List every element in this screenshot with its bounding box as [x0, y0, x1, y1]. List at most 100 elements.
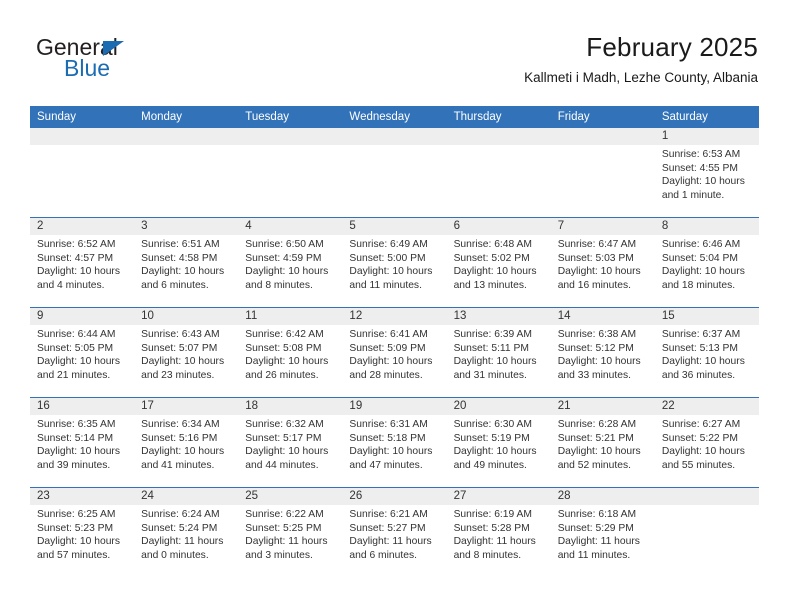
calendar-day-cell[interactable]: 19 Sunrise: 6:31 AM Sunset: 5:18 PM Dayligh… — [342, 397, 447, 488]
sunset-text: Sunset: 5:19 PM — [453, 432, 530, 444]
day-cell-content — [654, 488, 759, 577]
calendar-day-cell[interactable]: 5 Sunrise: 6:49 AM Sunset: 5:00 PM Daylight… — [342, 217, 447, 308]
sunrise-text: Sunrise: 6:18 AM — [557, 509, 637, 520]
day-details: Sunrise: 6:44 AM Sunset: 5:05 PM Daylight:… — [30, 325, 134, 382]
daylight-text: Daylight: 10 hours and 31 minutes. — [453, 356, 537, 381]
weekday-header-monday: Monday — [134, 106, 239, 128]
day-number: 17 — [134, 398, 239, 415]
day-details: Sunrise: 6:35 AM Sunset: 5:14 PM Daylight:… — [30, 415, 134, 472]
sunrise-text: Sunrise: 6:46 AM — [661, 239, 741, 250]
calendar-empty-cell — [654, 487, 759, 577]
title-block: February 2025 Kallmeti i Madh, Lezhe Cou… — [524, 32, 758, 86]
day-details: Sunrise: 6:19 AM Sunset: 5:28 PM Daylight:… — [447, 505, 551, 562]
daylight-text: Daylight: 11 hours and 11 minutes. — [557, 536, 640, 561]
day-cell-content: 5 Sunrise: 6:49 AM Sunset: 5:00 PM Daylight… — [342, 218, 447, 307]
calendar-day-cell[interactable]: 10 Sunrise: 6:43 AM Sunset: 5:07 PM Dayligh… — [134, 307, 239, 398]
sunset-text: Sunset: 5:07 PM — [141, 342, 218, 354]
calendar-day-cell[interactable]: 20 Sunrise: 6:30 AM Sunset: 5:19 PM Dayligh… — [446, 397, 551, 488]
day-number: 26 — [342, 488, 447, 505]
sunset-text: Sunset: 5:28 PM — [453, 522, 530, 534]
day-number — [446, 128, 551, 145]
calendar-day-cell[interactable]: 13 Sunrise: 6:39 AM Sunset: 5:11 PM Dayligh… — [446, 307, 551, 398]
day-cell-content: 10 Sunrise: 6:43 AM Sunset: 5:07 PM Dayligh… — [134, 308, 239, 397]
calendar-day-cell[interactable]: 1 Sunrise: 6:53 AM Sunset: 4:55 PM Daylight… — [654, 128, 759, 218]
daylight-text: Daylight: 10 hours and 4 minutes. — [37, 266, 120, 291]
day-details: Sunrise: 6:22 AM Sunset: 5:25 PM Daylight:… — [238, 505, 342, 562]
day-number: 8 — [654, 218, 759, 235]
calendar-empty-cell — [342, 128, 447, 218]
day-details: Sunrise: 6:41 AM Sunset: 5:09 PM Daylight:… — [342, 325, 446, 382]
day-number: 23 — [30, 488, 135, 505]
calendar-week-row: 23 Sunrise: 6:25 AM Sunset: 5:23 PM Dayligh… — [30, 487, 759, 577]
day-number: 10 — [134, 308, 239, 325]
daylight-text: Daylight: 11 hours and 8 minutes. — [453, 536, 536, 561]
sunrise-text: Sunrise: 6:19 AM — [453, 509, 532, 520]
day-cell-content: 14 Sunrise: 6:38 AM Sunset: 5:12 PM Dayligh… — [550, 308, 655, 397]
calendar-day-cell[interactable]: 4 Sunrise: 6:50 AM Sunset: 4:59 PM Daylight… — [238, 217, 343, 308]
day-number: 5 — [342, 218, 447, 235]
daylight-text: Daylight: 10 hours and 16 minutes. — [557, 266, 641, 291]
day-details: Sunrise: 6:39 AM Sunset: 5:11 PM Daylight:… — [447, 325, 551, 382]
daylight-text: Daylight: 10 hours and 28 minutes. — [349, 356, 433, 381]
calendar-day-cell[interactable]: 22 Sunrise: 6:27 AM Sunset: 5:22 PM Dayligh… — [654, 397, 759, 488]
weekday-header-saturday: Saturday — [654, 106, 759, 128]
daylight-text: Daylight: 10 hours and 26 minutes. — [245, 356, 329, 381]
calendar-day-cell[interactable]: 2 Sunrise: 6:52 AM Sunset: 4:57 PM Daylight… — [30, 217, 135, 308]
calendar-day-cell[interactable]: 6 Sunrise: 6:48 AM Sunset: 5:02 PM Daylight… — [446, 217, 551, 308]
daylight-text: Daylight: 10 hours and 36 minutes. — [661, 356, 745, 381]
calendar-day-cell[interactable]: 25 Sunrise: 6:22 AM Sunset: 5:25 PM Dayligh… — [238, 487, 343, 577]
calendar-week-row: 9 Sunrise: 6:44 AM Sunset: 5:05 PM Daylight… — [30, 307, 759, 398]
calendar-header-row: Sunday Monday Tuesday Wednesday Thursday… — [30, 106, 759, 128]
calendar-day-cell[interactable]: 7 Sunrise: 6:47 AM Sunset: 5:03 PM Daylight… — [550, 217, 655, 308]
day-number: 25 — [238, 488, 343, 505]
sunrise-text: Sunrise: 6:22 AM — [245, 509, 324, 520]
calendar-day-cell[interactable]: 17 Sunrise: 6:34 AM Sunset: 5:16 PM Dayligh… — [134, 397, 239, 488]
sunset-text: Sunset: 5:12 PM — [557, 342, 634, 354]
sunset-text: Sunset: 5:29 PM — [557, 522, 634, 534]
day-number: 22 — [654, 398, 759, 415]
day-number — [238, 128, 343, 145]
sunrise-text: Sunrise: 6:31 AM — [349, 419, 428, 430]
page-title: February 2025 — [586, 32, 758, 62]
day-cell-content: 24 Sunrise: 6:24 AM Sunset: 5:24 PM Dayligh… — [134, 488, 239, 577]
brand-logo[interactable]: General Blue — [36, 36, 226, 88]
calendar-week-row: 1 Sunrise: 6:53 AM Sunset: 4:55 PM Daylight… — [30, 128, 759, 218]
sunset-text: Sunset: 5:09 PM — [349, 342, 426, 354]
calendar-day-cell[interactable]: 24 Sunrise: 6:24 AM Sunset: 5:24 PM Dayligh… — [134, 487, 239, 577]
sunrise-text: Sunrise: 6:32 AM — [245, 419, 324, 430]
day-details: Sunrise: 6:34 AM Sunset: 5:16 PM Daylight:… — [134, 415, 238, 472]
calendar-day-cell[interactable]: 12 Sunrise: 6:41 AM Sunset: 5:09 PM Dayligh… — [342, 307, 447, 398]
day-details: Sunrise: 6:28 AM Sunset: 5:21 PM Daylight:… — [551, 415, 655, 472]
calendar-day-cell[interactable]: 3 Sunrise: 6:51 AM Sunset: 4:58 PM Daylight… — [134, 217, 239, 308]
day-cell-content — [550, 128, 655, 217]
calendar-day-cell[interactable]: 14 Sunrise: 6:38 AM Sunset: 5:12 PM Dayligh… — [550, 307, 655, 398]
daylight-text: Daylight: 10 hours and 55 minutes. — [661, 446, 745, 471]
day-cell-content — [446, 128, 551, 217]
sunset-text: Sunset: 4:57 PM — [37, 252, 114, 264]
day-cell-content — [342, 128, 447, 217]
calendar-day-cell[interactable]: 28 Sunrise: 6:18 AM Sunset: 5:29 PM Dayligh… — [550, 487, 655, 577]
day-cell-content: 7 Sunrise: 6:47 AM Sunset: 5:03 PM Daylight… — [550, 218, 655, 307]
day-cell-content: 25 Sunrise: 6:22 AM Sunset: 5:25 PM Dayligh… — [238, 488, 343, 577]
sunrise-text: Sunrise: 6:51 AM — [141, 239, 220, 250]
calendar-day-cell[interactable]: 8 Sunrise: 6:46 AM Sunset: 5:04 PM Daylight… — [654, 217, 759, 308]
sunrise-text: Sunrise: 6:21 AM — [349, 509, 428, 520]
calendar-day-cell[interactable]: 23 Sunrise: 6:25 AM Sunset: 5:23 PM Dayligh… — [30, 487, 135, 577]
page-subtitle: Kallmeti i Madh, Lezhe County, Albania — [524, 70, 758, 85]
calendar-day-cell[interactable]: 9 Sunrise: 6:44 AM Sunset: 5:05 PM Daylight… — [30, 307, 135, 398]
day-cell-content: 6 Sunrise: 6:48 AM Sunset: 5:02 PM Daylight… — [446, 218, 551, 307]
day-number: 11 — [238, 308, 343, 325]
calendar-day-cell[interactable]: 18 Sunrise: 6:32 AM Sunset: 5:17 PM Dayligh… — [238, 397, 343, 488]
sunrise-text: Sunrise: 6:39 AM — [453, 329, 532, 340]
calendar-day-cell[interactable]: 15 Sunrise: 6:37 AM Sunset: 5:13 PM Dayligh… — [654, 307, 759, 398]
calendar-day-cell[interactable]: 26 Sunrise: 6:21 AM Sunset: 5:27 PM Dayligh… — [342, 487, 447, 577]
calendar-day-cell[interactable]: 21 Sunrise: 6:28 AM Sunset: 5:21 PM Dayligh… — [550, 397, 655, 488]
daylight-text: Daylight: 10 hours and 6 minutes. — [141, 266, 225, 291]
calendar-day-cell[interactable]: 11 Sunrise: 6:42 AM Sunset: 5:08 PM Dayligh… — [238, 307, 343, 398]
day-cell-content: 9 Sunrise: 6:44 AM Sunset: 5:05 PM Daylight… — [30, 308, 135, 397]
sunset-text: Sunset: 5:03 PM — [557, 252, 634, 264]
calendar-day-cell[interactable]: 16 Sunrise: 6:35 AM Sunset: 5:14 PM Dayligh… — [30, 397, 135, 488]
daylight-text: Daylight: 10 hours and 39 minutes. — [37, 446, 120, 471]
calendar-day-cell[interactable]: 27 Sunrise: 6:19 AM Sunset: 5:28 PM Dayligh… — [446, 487, 551, 577]
calendar-empty-cell — [238, 128, 343, 218]
